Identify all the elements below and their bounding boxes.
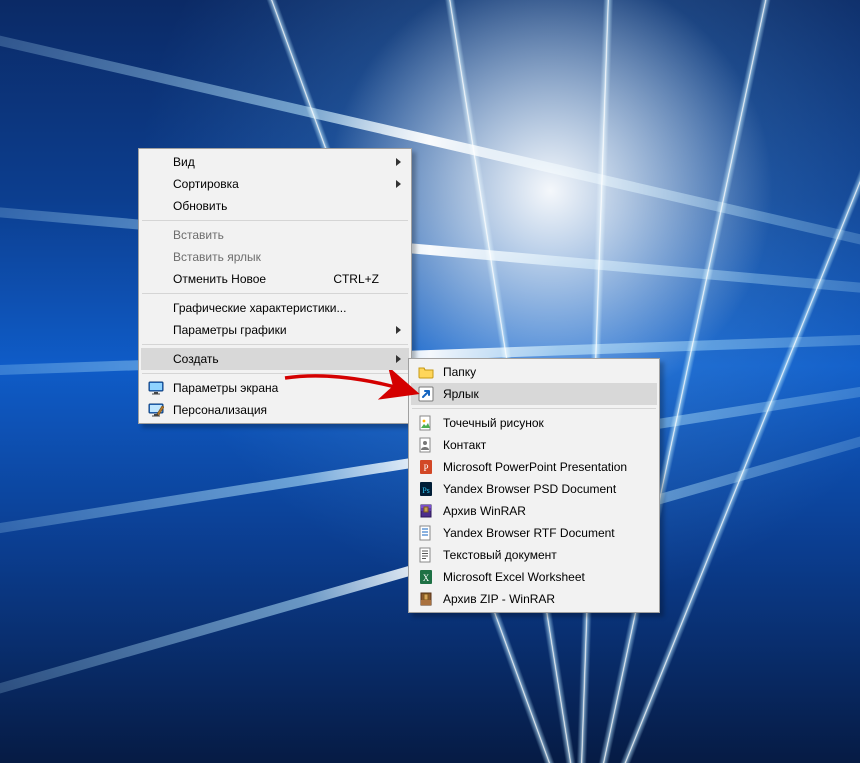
context_menu-item-label: Вставить ярлык xyxy=(173,250,261,264)
submenu_new-item-label: Папку xyxy=(443,365,476,379)
txt-icon xyxy=(418,547,434,563)
context_menu-item[interactable]: Персонализация xyxy=(141,399,409,421)
submenu_new-item[interactable]: Точечный рисунок xyxy=(411,412,657,434)
submenu_new-item-label: Microsoft Excel Worksheet xyxy=(443,570,585,584)
submenu_new-item[interactable]: Контакт xyxy=(411,434,657,456)
context_menu-separator xyxy=(142,373,408,374)
bmp-icon xyxy=(418,415,434,431)
submenu_new-item[interactable]: Архив WinRAR xyxy=(411,500,657,522)
context_menu-item[interactable]: Параметры экрана xyxy=(141,377,409,399)
desktop-context-menu: Вид Сортировка Обновить Вставить Вставить яр… xyxy=(138,148,412,424)
submenu_new-item-label: Контакт xyxy=(443,438,486,452)
context_menu-item-label: Параметры экрана xyxy=(173,381,278,395)
context_menu-item: Вставить xyxy=(141,224,409,246)
submenu-new: Папку Ярлык Точечный рисунок Контакт Microso… xyxy=(408,358,660,613)
context_menu-item-label: Вид xyxy=(173,155,195,169)
context_menu-item-label: Персонализация xyxy=(173,403,267,417)
submenu_new-item-label: Архив ZIP - WinRAR xyxy=(443,592,555,606)
submenu_new-item[interactable]: Архив ZIP - WinRAR xyxy=(411,588,657,610)
psd-icon xyxy=(418,481,434,497)
context_menu-item-label: Создать xyxy=(173,352,219,366)
context_menu-item[interactable]: Обновить xyxy=(141,195,409,217)
xls-icon xyxy=(418,569,434,585)
submenu-arrow-icon xyxy=(396,326,401,334)
rar-icon xyxy=(418,503,434,519)
context_menu-item[interactable]: Графические характеристики... xyxy=(141,297,409,319)
context_menu-item-label: Графические характеристики... xyxy=(173,301,346,315)
folder-icon xyxy=(418,364,434,380)
submenu_new-item-label: Microsoft PowerPoint Presentation xyxy=(443,460,627,474)
context_menu-item: Вставить ярлык xyxy=(141,246,409,268)
submenu_new-item-label: Архив WinRAR xyxy=(443,504,526,518)
light-beam xyxy=(0,0,860,291)
submenu_new-separator xyxy=(412,408,656,409)
submenu_new-item-label: Yandex Browser RTF Document xyxy=(443,526,615,540)
context_menu-separator xyxy=(142,220,408,221)
submenu-arrow-icon xyxy=(396,158,401,166)
context_menu-item-label: Вставить xyxy=(173,228,224,242)
submenu_new-item[interactable]: Ярлык xyxy=(411,383,657,405)
context_menu-separator xyxy=(142,293,408,294)
context_menu-separator xyxy=(142,344,408,345)
context_menu-item[interactable]: Создать xyxy=(141,348,409,370)
context_menu-item-label: Отменить Новое xyxy=(173,272,266,286)
ppt-icon xyxy=(418,459,434,475)
display-icon xyxy=(148,380,164,396)
submenu_new-item[interactable]: Текстовый документ xyxy=(411,544,657,566)
submenu_new-item-label: Yandex Browser PSD Document xyxy=(443,482,616,496)
submenu_new-item-label: Текстовый документ xyxy=(443,548,557,562)
submenu-arrow-icon xyxy=(396,355,401,363)
submenu_new-item-label: Точечный рисунок xyxy=(443,416,544,430)
context_menu-item[interactable]: Отменить Новое CTRL+Z xyxy=(141,268,409,290)
menu-shortcut: CTRL+Z xyxy=(333,272,379,286)
contact-icon xyxy=(418,437,434,453)
submenu_new-item[interactable]: Yandex Browser RTF Document xyxy=(411,522,657,544)
context_menu-item-label: Сортировка xyxy=(173,177,239,191)
light-beam xyxy=(0,188,860,311)
context_menu-item-label: Обновить xyxy=(173,199,227,213)
context_menu-item[interactable]: Вид xyxy=(141,151,409,173)
shortcut-icon xyxy=(418,386,434,402)
submenu_new-item[interactable]: Microsoft Excel Worksheet xyxy=(411,566,657,588)
submenu_new-item[interactable]: Yandex Browser PSD Document xyxy=(411,478,657,500)
context_menu-item-label: Параметры графики xyxy=(173,323,287,337)
submenu_new-item-label: Ярлык xyxy=(443,387,479,401)
submenu_new-item[interactable]: Папку xyxy=(411,361,657,383)
rtf-icon xyxy=(418,525,434,541)
personalize-icon xyxy=(148,402,164,418)
desktop-wallpaper[interactable]: Вид Сортировка Обновить Вставить Вставить яр… xyxy=(0,0,860,763)
submenu-arrow-icon xyxy=(396,180,401,188)
zip-icon xyxy=(418,591,434,607)
submenu_new-item[interactable]: Microsoft PowerPoint Presentation xyxy=(411,456,657,478)
context_menu-item[interactable]: Параметры графики xyxy=(141,319,409,341)
context_menu-item[interactable]: Сортировка xyxy=(141,173,409,195)
